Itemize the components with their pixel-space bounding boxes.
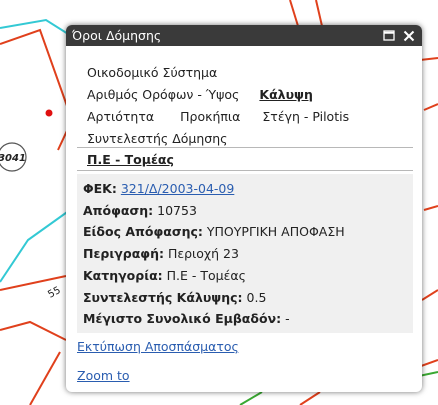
zoom-to-link[interactable]: Zoom to <box>77 368 130 383</box>
selection-point[interactable] <box>45 109 53 117</box>
emvadon-value: - <box>285 311 290 327</box>
kalypsi-value: 0.5 <box>246 289 267 305</box>
parcel-boundary-green <box>239 391 263 405</box>
kalypsi-label: Συντελεστής Κάλυψης: <box>83 289 243 305</box>
parcel-boundary-red-6 <box>315 0 323 27</box>
kategoria-value: Π.Ε - Τομέας <box>166 267 246 283</box>
row-perigrafi: Περιγραφή: Περιοχή 23 <box>83 243 413 265</box>
tab-oikodomiko-systima[interactable]: Οικοδομικό Σύστημα <box>87 62 217 84</box>
row-eidos: Είδος Απόφασης: ΥΠΟΥΡΓΙΚΗ ΑΠΟΦΑΣΗ <box>83 221 413 243</box>
kategoria-label: Κατηγορία: <box>83 267 163 283</box>
eidos-label: Είδος Απόφασης: <box>83 224 203 240</box>
print-extract-link[interactable]: Εκτύπωση Αποσπάσματος <box>77 339 239 354</box>
row-emvadon: Μέγιστο Συνολικό Εμβαδόν: - <box>83 308 413 330</box>
parcel-boundary-red-11 <box>299 391 321 405</box>
row-apofasi: Απόφαση: 10753 <box>83 200 413 222</box>
fek-link[interactable]: 321/Δ/2003-04-09 <box>121 181 234 196</box>
print-link-row: Εκτύπωση Αποσπάσματος <box>77 339 239 354</box>
maximize-icon[interactable] <box>382 29 396 43</box>
row-kalypsi: Συντελεστής Κάλυψης: 0.5 <box>83 287 413 309</box>
parcel-boundary-red-8 <box>423 103 438 111</box>
tab-list: Οικοδομικό Σύστημα Αριθμός Ορόφων - Ύψος… <box>87 62 417 150</box>
tab-orofoi-ypsos[interactable]: Αριθμός Ορόφων - Ύψος <box>87 84 239 106</box>
eidos-value: ΥΠΟΥΡΓΙΚΗ ΑΠΟΦΑΣΗ <box>206 224 345 240</box>
parcel-boundary-red-1 <box>0 28 74 151</box>
parcel-number-label-rotated: 55 <box>46 285 62 301</box>
perigrafi-label: Περιγραφή: <box>83 246 164 262</box>
tab-prokipia[interactable]: Προκήπια <box>180 106 240 128</box>
close-icon[interactable] <box>402 29 416 43</box>
perigrafi-value: Περιοχή 23 <box>167 246 239 262</box>
emvadon-label: Μέγιστο Συνολικό Εμβαδόν: <box>83 311 282 327</box>
row-kategoria: Κατηγορία: Π.Ε - Τομέας <box>83 265 413 287</box>
parcel-boundary-red-10 <box>421 289 438 301</box>
popup-titlebar[interactable]: Όροι Δόμησης <box>66 25 422 46</box>
info-popup: Όροι Δόμησης Οικοδομικό Σύστημα Αριθμός … <box>66 25 422 392</box>
zoom-link-row: Zoom to <box>77 368 130 383</box>
fek-label: ΦΕΚ: <box>83 181 117 196</box>
parcel-number-label: 3041 <box>0 153 26 164</box>
popup-title: Όροι Δόμησης <box>72 28 162 43</box>
parcel-boundary-red-3 <box>0 320 67 341</box>
apofasi-label: Απόφαση: <box>83 202 154 218</box>
parcel-boundary-cyan-2 <box>0 209 71 283</box>
parcel-boundary-red-7 <box>419 57 438 61</box>
tab-kalypsi[interactable]: Κάλυψη <box>259 84 312 106</box>
parcel-boundary-red-5 <box>289 0 299 27</box>
tab-artiotita[interactable]: Αρτιότητα <box>87 106 154 128</box>
row-fek: ΦΕΚ: 321/Δ/2003-04-09 <box>83 178 413 200</box>
tab-stegi-pilotis[interactable]: Στέγη - Pilotis <box>262 106 349 128</box>
section-heading: Π.Ε - Τομέας <box>77 147 413 171</box>
apofasi-value: 10753 <box>157 202 197 218</box>
parcel-boundary-red-9 <box>423 205 438 211</box>
parcel-boundary-red-4 <box>29 351 61 405</box>
details-panel: ΦΕΚ: 321/Δ/2003-04-09 Απόφαση: 10753 Είδ… <box>77 174 413 333</box>
